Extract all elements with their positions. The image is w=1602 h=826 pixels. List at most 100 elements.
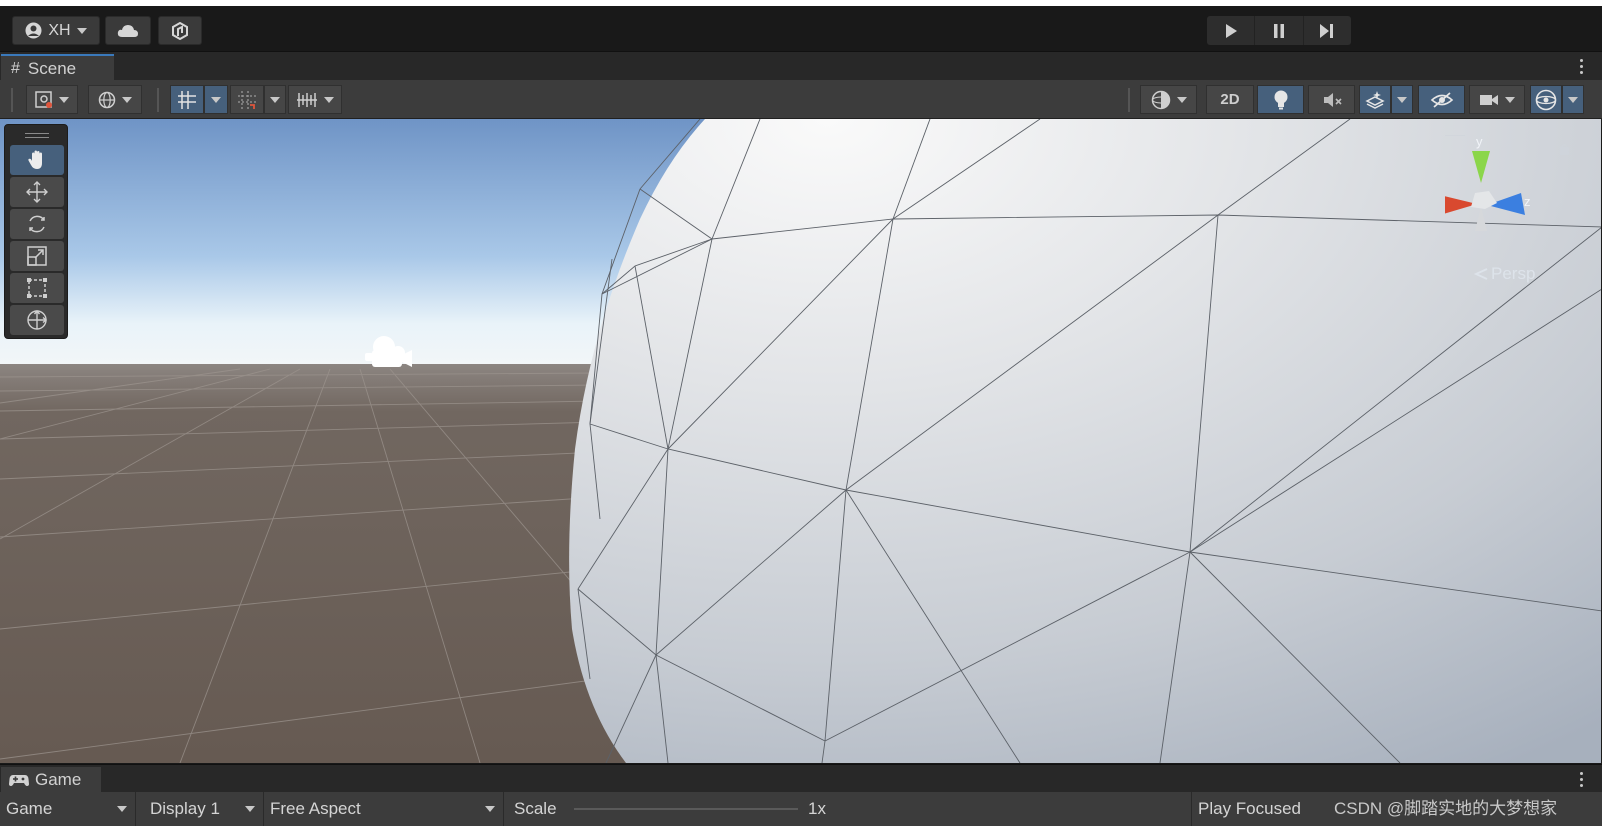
draw-mode-button[interactable] — [26, 85, 78, 114]
main-toolbar: XH — [0, 6, 1602, 50]
rect-transform-icon — [27, 278, 47, 298]
draw-mode-icon — [35, 90, 52, 108]
gizmo-neg-y-cone[interactable] — [1475, 207, 1487, 231]
projection-label: Persp — [1491, 264, 1536, 283]
chevron-down-icon — [324, 96, 334, 103]
grid-hash-icon: # — [11, 59, 20, 77]
play-controls — [1207, 16, 1351, 45]
drag-handle-icon[interactable] — [25, 133, 49, 138]
game-more-icon[interactable] — [1578, 772, 1584, 787]
step-button[interactable] — [1304, 16, 1351, 45]
grid-dropdown[interactable] — [204, 85, 228, 114]
scene-viewport[interactable] — [0, 119, 1602, 763]
account-icon — [25, 22, 42, 39]
chevron-down-icon — [270, 96, 280, 103]
hand-icon — [28, 150, 42, 169]
chevron-down-icon — [211, 96, 221, 103]
aspect-value: Free Aspect — [270, 799, 361, 818]
two-d-toggle[interactable]: 2D — [1206, 85, 1254, 114]
grid-snap-group — [170, 85, 228, 114]
ruler-icon — [297, 92, 317, 107]
lock-shackle — [1561, 143, 1568, 148]
lighting-toggle[interactable] — [1257, 85, 1304, 114]
grid-icon — [178, 90, 196, 109]
scale-value: 1x — [808, 799, 826, 818]
aspect-select[interactable]: Free Aspect — [264, 792, 504, 826]
pause-button[interactable] — [1255, 16, 1304, 45]
scene-toolbar: 2D — [0, 80, 1602, 119]
projection-toggle[interactable]: Persp — [1474, 264, 1535, 284]
transform-tool-button[interactable] — [10, 305, 64, 335]
gizmos-group — [1530, 85, 1584, 114]
gizmos-toggle[interactable] — [1530, 85, 1562, 114]
global-view-button[interactable] — [88, 85, 142, 114]
play-button[interactable] — [1207, 16, 1256, 45]
cloud-icon — [117, 24, 138, 37]
snap-toggle-button[interactable] — [230, 85, 264, 114]
gizmos-dropdown[interactable] — [1562, 85, 1584, 114]
account-label: XH — [48, 21, 71, 39]
pause-icon — [1273, 23, 1284, 38]
gizmo-y-label: y — [1476, 135, 1483, 149]
scale-icon — [27, 246, 47, 266]
audio-toggle[interactable] — [1308, 85, 1355, 114]
video-camera-icon — [1480, 94, 1498, 105]
tab-game[interactable]: Game — [1, 767, 101, 793]
snap-grid-icon — [238, 90, 256, 109]
snap-dropdown[interactable] — [264, 85, 286, 114]
hand-tool-button[interactable] — [10, 145, 64, 175]
lighting-group — [1257, 85, 1304, 114]
chevron-down-icon — [1397, 96, 1407, 103]
effects-toggle[interactable] — [1359, 85, 1391, 114]
chevron-down-icon — [76, 27, 87, 34]
gizmo-z-label: z — [1524, 194, 1531, 209]
increment-snap-group — [288, 85, 342, 114]
collab-icon — [172, 21, 188, 40]
tab-game-label: Game — [35, 770, 82, 789]
move-tool-button[interactable] — [10, 177, 64, 207]
chevron-down-icon — [485, 806, 495, 812]
rotate-tool-button[interactable] — [10, 209, 64, 239]
collab-button[interactable] — [158, 16, 202, 45]
shaded-sphere-icon — [1151, 90, 1170, 109]
snap-group — [230, 85, 286, 114]
chevron-down-icon — [1505, 96, 1515, 103]
global-view-group — [88, 85, 142, 114]
grid-toggle-button[interactable] — [170, 85, 204, 114]
gizmo-y-cone[interactable] — [1472, 151, 1490, 183]
chevron-down-icon — [1568, 96, 1578, 103]
scale-tool-button[interactable] — [10, 241, 64, 271]
audio-group — [1308, 85, 1355, 114]
tab-scene[interactable]: # Scene — [1, 54, 114, 81]
perspective-chevron-icon — [1474, 268, 1488, 280]
game-tab-row: Game — [0, 764, 1602, 793]
scene-tab-row: # Scene — [0, 51, 1602, 81]
scene-visibility-toggle[interactable] — [1418, 85, 1465, 114]
camera-settings-button[interactable] — [1469, 85, 1525, 114]
scene-render[interactable] — [0, 119, 1602, 763]
step-icon — [1320, 23, 1334, 38]
toolbar-divider — [11, 88, 13, 112]
display-select[interactable]: Display 1 — [144, 792, 264, 826]
chevron-down-icon — [245, 806, 255, 812]
visibility-group — [1418, 85, 1465, 114]
cloud-button[interactable] — [105, 16, 151, 45]
gizmo-globe-icon — [1535, 89, 1557, 110]
chevron-down-icon — [122, 96, 132, 103]
chevron-down-icon — [117, 806, 127, 812]
game-mode-select[interactable]: Game — [0, 792, 136, 826]
lightbulb-icon — [1274, 90, 1287, 109]
tab-scene-label: Scene — [27, 58, 77, 78]
speaker-muted-icon — [1323, 92, 1342, 107]
play-focused-label: Play Focused — [1198, 799, 1301, 818]
scale-slider[interactable] — [574, 808, 798, 810]
scene-more-icon[interactable] — [1578, 59, 1584, 74]
effects-dropdown[interactable] — [1391, 85, 1413, 114]
account-button[interactable]: XH — [12, 16, 100, 45]
increment-snap-button[interactable] — [288, 85, 342, 114]
lock-icon[interactable] — [1560, 147, 1569, 155]
transform-icon — [27, 309, 48, 330]
rect-tool-button[interactable] — [10, 273, 64, 303]
eye-slash-icon — [1430, 91, 1453, 108]
render-mode-button[interactable] — [1140, 85, 1197, 114]
